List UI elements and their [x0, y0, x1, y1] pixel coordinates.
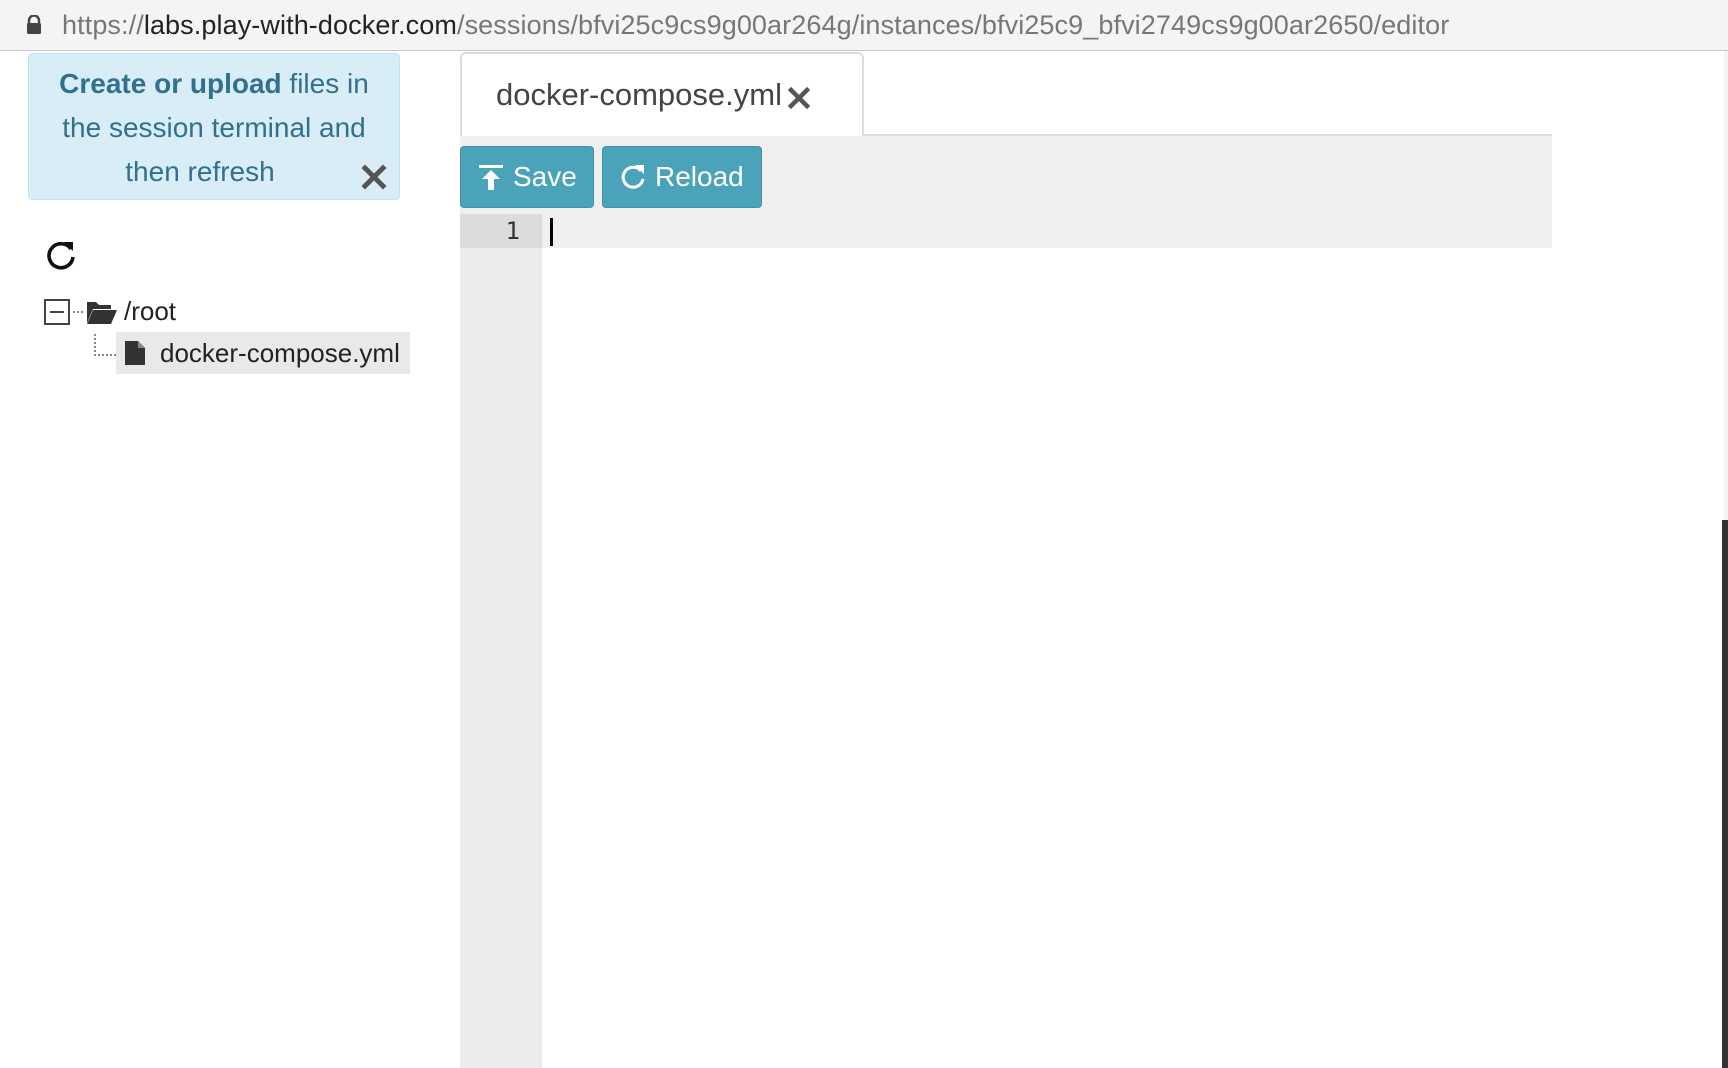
- alert-text-1: files in: [281, 68, 369, 99]
- address-bar[interactable]: https://labs.play-with-docker.com/sessio…: [0, 0, 1728, 51]
- refresh-icon[interactable]: [44, 238, 78, 272]
- tree-connector: [94, 334, 116, 356]
- line-number: 1: [505, 217, 520, 245]
- tab-docker-compose[interactable]: docker-compose.yml: [460, 52, 864, 136]
- save-label: Save: [513, 161, 577, 192]
- url-scheme: https://: [62, 9, 144, 40]
- file-icon: [124, 340, 146, 366]
- tree-folder-root[interactable]: /root: [44, 296, 176, 327]
- reload-label: Reload: [655, 161, 744, 192]
- window-edge: [1724, 51, 1728, 520]
- save-button[interactable]: Save: [460, 146, 594, 208]
- url-text[interactable]: https://labs.play-with-docker.com/sessio…: [62, 10, 1449, 41]
- code-editor[interactable]: 1: [460, 214, 1552, 1068]
- line-gutter: [460, 214, 542, 1068]
- info-alert: Create or upload files in the session te…: [28, 53, 400, 200]
- alert-line-2: the session terminal and: [62, 112, 366, 143]
- tree-file-label[interactable]: docker-compose.yml: [160, 338, 400, 369]
- tree-file-item[interactable]: docker-compose.yml: [116, 332, 410, 374]
- window-edge: [1722, 520, 1728, 1068]
- tree-folder-label[interactable]: /root: [124, 296, 176, 327]
- upload-icon: [477, 163, 505, 191]
- url-path: /sessions/bfvi25c9cs9g00ar264g/instances…: [456, 9, 1450, 40]
- editor-toolbar: Save Reload: [460, 136, 1552, 214]
- close-tab-icon[interactable]: [786, 85, 812, 111]
- reload-button[interactable]: Reload: [602, 146, 762, 208]
- reload-icon: [619, 163, 647, 191]
- text-cursor: [550, 218, 553, 246]
- tab-label[interactable]: docker-compose.yml: [496, 77, 782, 113]
- alert-line-3: then refresh: [125, 156, 275, 187]
- folder-open-icon: [86, 299, 118, 325]
- alert-line-1: Create or upload files in: [41, 62, 387, 106]
- close-icon[interactable]: [359, 161, 389, 191]
- lock-icon: [26, 15, 42, 35]
- url-host: labs.play-with-docker.com: [143, 9, 457, 40]
- alert-bold-text: Create or upload: [59, 68, 282, 99]
- tree-connector: [73, 310, 83, 313]
- active-line[interactable]: [542, 214, 1552, 248]
- collapse-toggle-icon[interactable]: [44, 298, 70, 325]
